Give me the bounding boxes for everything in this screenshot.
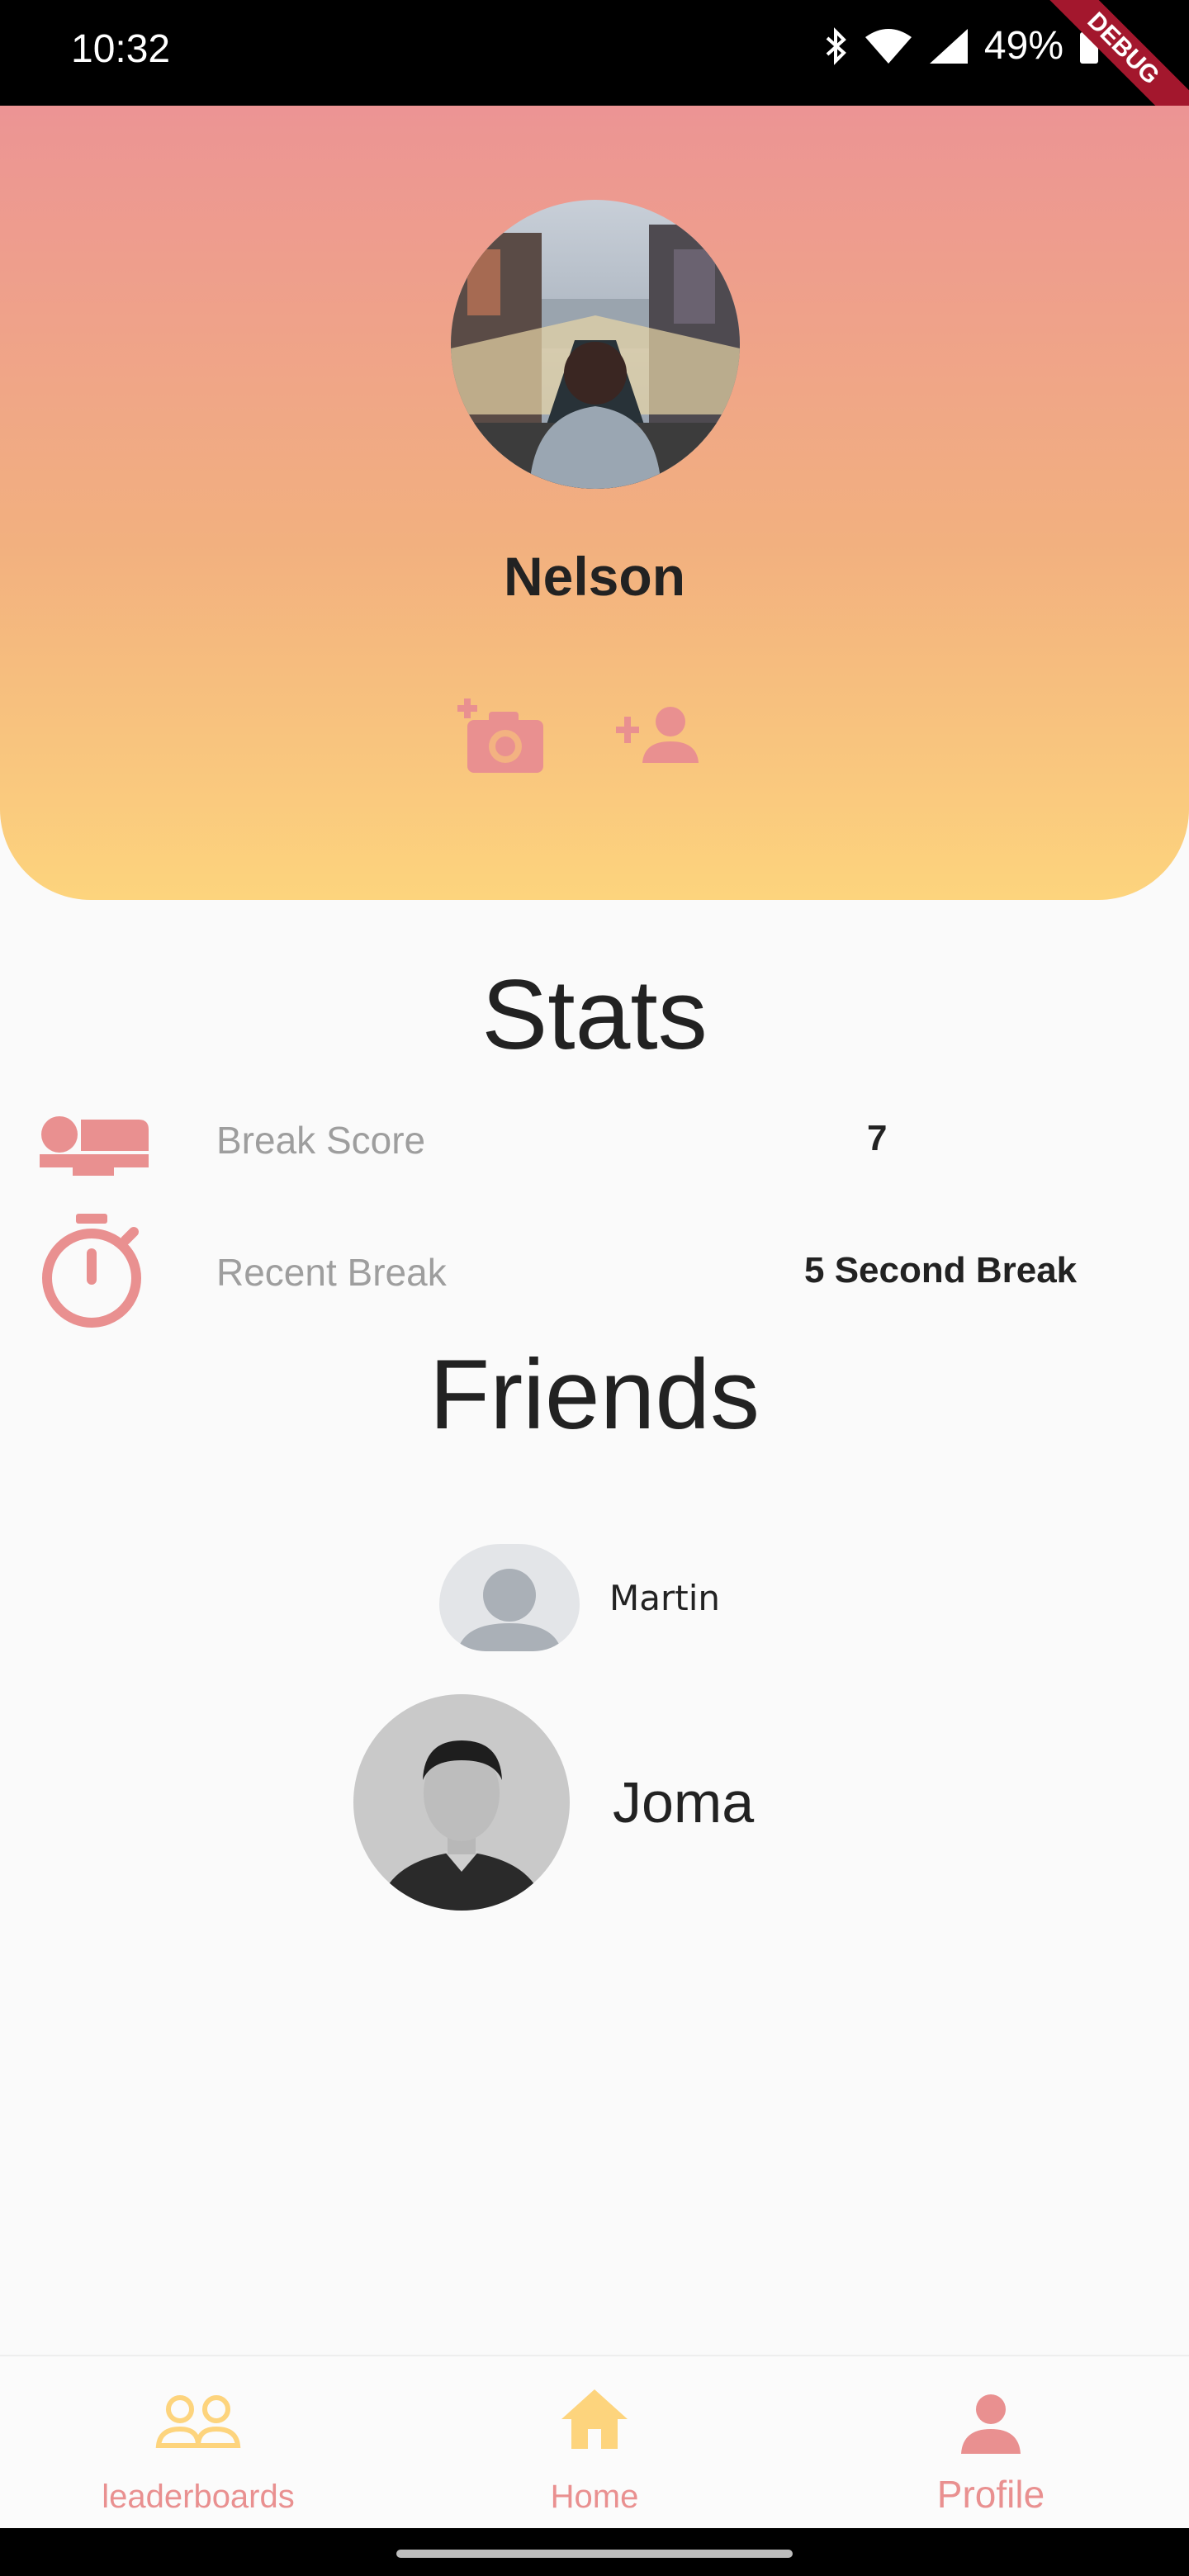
recent-break-label: Recent Break <box>216 1251 447 1294</box>
battery-text: 49% <box>983 24 1063 68</box>
stopwatch-icon <box>42 1214 141 1328</box>
portrait-photo <box>353 1694 570 1911</box>
friend-name: Martin <box>609 1577 720 1618</box>
home-icon <box>561 2389 628 2449</box>
add-photo-icon <box>457 698 543 773</box>
nav-item-home[interactable]: Home <box>396 2356 793 2530</box>
nav-label-leaderboards: leaderboards <box>102 2479 295 2515</box>
bed-icon <box>40 1116 149 1176</box>
friend-name: Joma <box>613 1770 755 1835</box>
default-avatar-icon <box>439 1544 580 1651</box>
street-canal-photo <box>451 200 740 489</box>
status-bar: 10:32 49% DEBUG <box>0 0 1189 149</box>
stat-row-break-score: Break Score 7 <box>0 1098 1189 1197</box>
profile-avatar[interactable] <box>451 200 740 489</box>
nav-label-home: Home <box>550 2479 639 2515</box>
wifi-icon <box>865 28 912 64</box>
gesture-bar <box>0 2528 1189 2576</box>
status-time: 10:32 <box>71 27 171 71</box>
nav-item-profile[interactable]: Profile <box>793 2356 1189 2530</box>
bottom-nav: leaderboards Home Profile <box>0 2355 1189 2530</box>
nav-item-leaderboards[interactable]: leaderboards <box>0 2356 396 2530</box>
profile-name: Nelson <box>503 546 686 607</box>
people-icon <box>155 2395 241 2448</box>
break-score-label: Break Score <box>216 1119 426 1162</box>
add-friend-button[interactable] <box>616 694 705 776</box>
stat-row-recent-break: Recent Break 5 Second Break <box>0 1205 1189 1328</box>
friend-item-martin[interactable]: Martin <box>439 1544 720 1651</box>
bluetooth-icon <box>826 26 846 65</box>
signal-icon <box>929 28 968 64</box>
add-photo-button[interactable] <box>456 694 545 776</box>
profile-actions <box>456 694 705 776</box>
add-friend-icon <box>616 707 699 763</box>
friend-item-joma[interactable]: Joma <box>353 1694 754 1911</box>
gesture-handle[interactable] <box>396 2550 793 2558</box>
recent-break-value: 5 Second Break <box>804 1250 1078 1290</box>
nav-label-profile: Profile <box>936 2473 1045 2516</box>
stats-title: Stats <box>481 959 708 1070</box>
friend-avatar <box>353 1694 570 1911</box>
friends-title: Friends <box>429 1339 760 1450</box>
status-icons: 49% <box>824 23 1100 69</box>
break-score-value: 7 <box>867 1118 888 1158</box>
person-icon <box>961 2394 1021 2454</box>
friend-avatar <box>439 1544 580 1651</box>
